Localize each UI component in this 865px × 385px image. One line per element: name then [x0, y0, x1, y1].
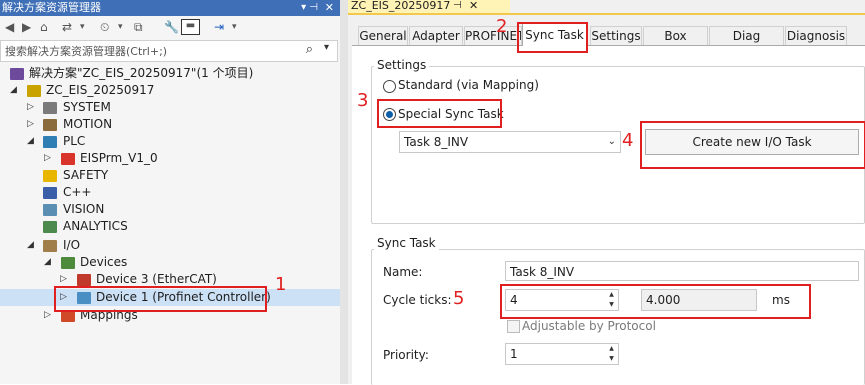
radio-standard[interactable]	[383, 80, 396, 93]
plc-icon	[43, 136, 57, 148]
adjustable-label: Adjustable by Protocol	[522, 319, 656, 333]
sync-task-group-label: Sync Task	[374, 236, 439, 250]
spin-up-icon[interactable]: ▲	[605, 344, 618, 354]
expanded-arrow-icon[interactable]: ◢	[27, 237, 37, 254]
annotation-number-1: 1	[275, 274, 287, 295]
expanded-arrow-icon[interactable]: ◢	[44, 254, 54, 271]
tree-node-system[interactable]: ▷ SYSTEM	[27, 99, 327, 116]
radio-standard-label[interactable]: Standard (via Mapping)	[398, 78, 539, 92]
explorer-search[interactable]: 搜索解决方案资源管理器(Ctrl+;) ⌕ ▾	[0, 40, 338, 62]
tree-node-safety[interactable]: SAFETY	[27, 167, 327, 184]
forward-icon[interactable]: ▶	[22, 19, 31, 35]
collapsed-arrow-icon[interactable]: ▷	[27, 99, 37, 116]
tree-node-project[interactable]: ◢ ZC_EIS_20250917	[10, 82, 330, 99]
annotation-box-5	[500, 284, 811, 319]
tab-adapter[interactable]: Adapter	[409, 26, 463, 45]
tree-node-eisprm[interactable]: ▷ EISPrm_V1_0	[44, 150, 324, 167]
document-tab-accent	[348, 13, 865, 15]
expanded-arrow-icon[interactable]: ◢	[27, 133, 37, 150]
tree-node-devices[interactable]: ◢ Devices	[44, 254, 324, 271]
annotation-number-2: 2	[496, 16, 508, 37]
explorer-toolbar: ◀ ▶ ⌂ ⇄ ▾ ⏲ ▾ ⧉ 🔧 ▬ ⇥ ▾	[0, 16, 340, 38]
dropdown-icon[interactable]: ▾	[80, 19, 85, 35]
collapse-all-icon[interactable]: ⧉	[134, 19, 143, 35]
cpp-icon	[43, 187, 57, 199]
annotation-number-3: 3	[357, 90, 369, 111]
annotation-box-2	[517, 22, 588, 53]
ethercat-device-icon	[77, 274, 91, 286]
collapsed-arrow-icon[interactable]: ▷	[44, 307, 54, 324]
tree-node-motion[interactable]: ▷ MOTION	[27, 116, 327, 133]
pin-tab-icon[interactable]: ⇥	[214, 19, 224, 35]
project-icon	[27, 85, 41, 97]
preview-icon[interactable]: ▬	[181, 19, 200, 35]
settings-group-label: Settings	[374, 58, 430, 72]
io-icon	[43, 240, 57, 252]
priority-label: Priority:	[383, 348, 429, 362]
annotation-number-4: 4	[622, 130, 634, 151]
annotation-number-5: 5	[453, 288, 465, 309]
sync-task-select[interactable]: Task 8_INV ⌄	[399, 131, 621, 153]
annotation-box-3	[377, 99, 502, 128]
solution-explorer-titlebar: 解决方案资源管理器 ▾ ⊣ ✕	[0, 0, 340, 16]
create-new-io-task-button[interactable]: Create new I/O Task	[645, 129, 859, 155]
pin-icon[interactable]: ⊣	[453, 0, 462, 12]
back-icon[interactable]: ◀	[5, 19, 14, 35]
collapsed-arrow-icon[interactable]: ▷	[27, 116, 37, 133]
solution-icon	[10, 68, 24, 80]
history-icon[interactable]: ⏲	[100, 19, 109, 35]
tab-box-states[interactable]: Box States	[643, 26, 708, 61]
home-icon[interactable]: ⌂	[40, 19, 48, 35]
safety-icon	[43, 170, 57, 182]
tree-node-analytics[interactable]: ANALYTICS	[27, 218, 327, 235]
panel-splitter[interactable]	[340, 0, 348, 384]
vision-icon	[43, 204, 57, 216]
cycle-ticks-label: Cycle ticks:	[383, 293, 452, 307]
sync-icon[interactable]: ⇄	[62, 19, 72, 35]
search-icon[interactable]: ⌕	[306, 42, 313, 57]
tab-general[interactable]: General	[358, 26, 408, 45]
properties-wrench-icon[interactable]: 🔧	[164, 19, 179, 35]
expanded-arrow-icon[interactable]: ◢	[10, 82, 20, 99]
annotation-box-1	[54, 286, 267, 312]
chevron-down-icon[interactable]: ⌄	[608, 132, 616, 152]
panel-title: 解决方案资源管理器	[2, 1, 101, 14]
name-label: Name:	[383, 265, 423, 279]
search-input[interactable]: 搜索解决方案资源管理器(Ctrl+;)	[5, 43, 167, 59]
collapsed-arrow-icon[interactable]: ▷	[44, 150, 54, 167]
close-icon[interactable]: ✕	[469, 0, 478, 12]
tab-diagnosis[interactable]: Diagnosis	[785, 26, 847, 45]
adjustable-checkbox[interactable]	[507, 320, 520, 333]
tree-node-solution[interactable]: 解决方案"ZC_EIS_20250917"(1 个项目)	[10, 65, 330, 82]
solution-explorer-panel: 解决方案资源管理器 ▾ ⊣ ✕ ◀ ▶ ⌂ ⇄ ▾ ⏲ ▾ ⧉ 🔧 ▬ ⇥ ▾ …	[0, 0, 340, 384]
chevron-down-icon[interactable]: ▾	[324, 42, 329, 53]
dropdown-icon[interactable]: ▾	[118, 19, 123, 35]
motion-icon	[43, 119, 57, 131]
pin-icon[interactable]: ▾ ⊣	[301, 0, 318, 16]
tab-diag-history[interactable]: Diag History	[709, 26, 784, 61]
tree-node-vision[interactable]: VISION	[27, 201, 327, 218]
analytics-icon	[43, 221, 57, 233]
task-name-input[interactable]: Task 8_INV	[505, 261, 859, 281]
tree-node-io[interactable]: ◢ I/O	[27, 237, 327, 254]
priority-input[interactable]: 1	[505, 343, 619, 365]
tree-node-cpp[interactable]: C++	[27, 184, 327, 201]
tab-profinet[interactable]: PROFINET	[464, 26, 522, 45]
tab-settings[interactable]: Settings	[590, 26, 642, 45]
document-tab[interactable]: ZC_EIS_20250917 ⊣ ✕	[348, 0, 510, 13]
dropdown-icon[interactable]: ▾	[232, 19, 237, 35]
devices-icon	[61, 257, 75, 269]
system-icon	[43, 102, 57, 114]
close-icon[interactable]: ✕	[325, 0, 334, 16]
tree-node-plc[interactable]: ◢ PLC	[27, 133, 327, 150]
spin-down-icon[interactable]: ▼	[605, 354, 618, 364]
plc-project-icon	[61, 153, 75, 165]
